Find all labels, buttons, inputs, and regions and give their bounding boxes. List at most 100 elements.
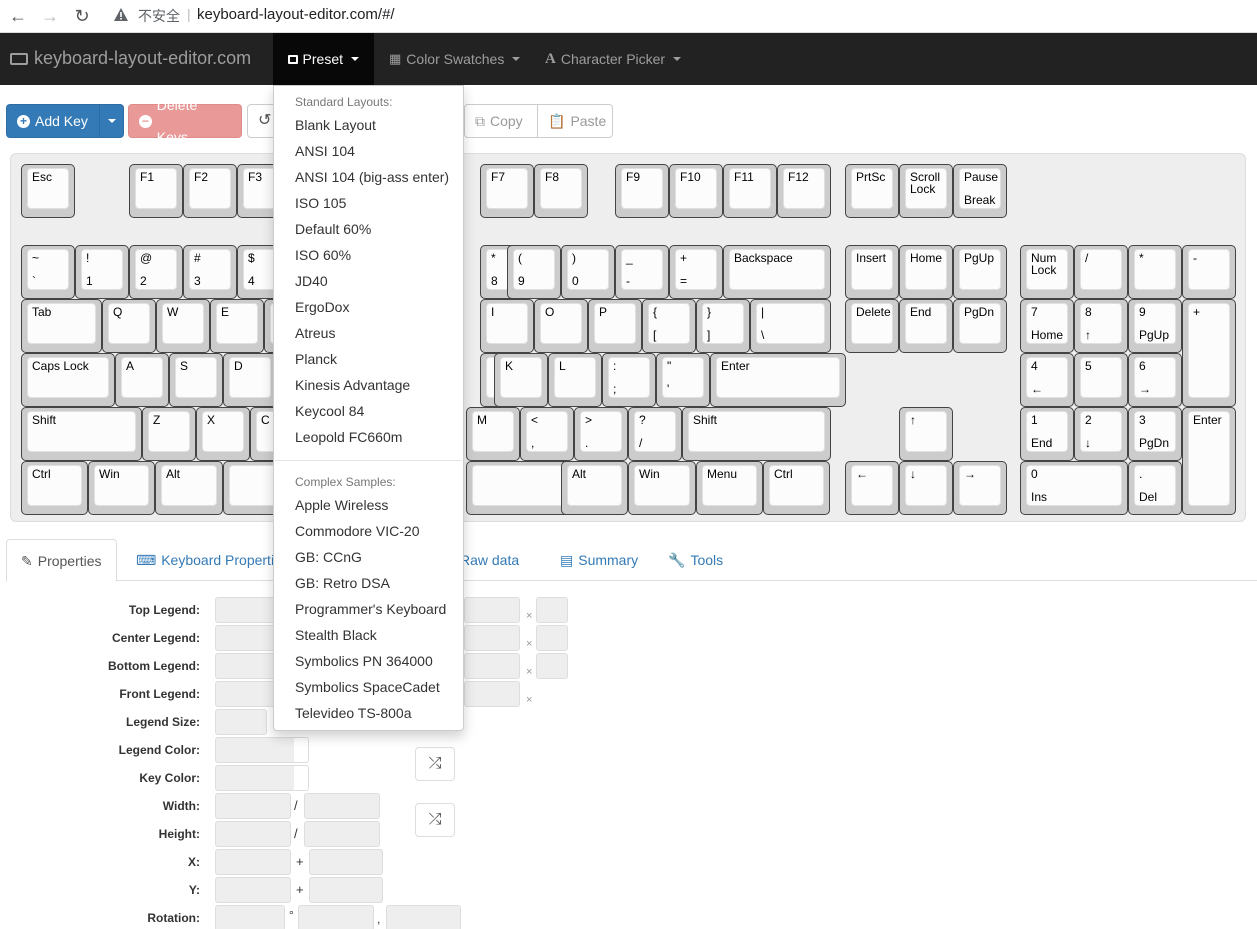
keycap[interactable]: F7 bbox=[480, 164, 534, 218]
preset-menu-item[interactable]: Commodore VIC-20 bbox=[295, 523, 420, 539]
keycap[interactable]: 6 → bbox=[1128, 353, 1182, 407]
reload-icon[interactable]: ↻ bbox=[72, 6, 92, 26]
keycap[interactable]: Ctrl bbox=[763, 461, 830, 515]
keycap[interactable]: Scroll Lock bbox=[899, 164, 953, 218]
preset-menu-item[interactable]: ISO 105 bbox=[295, 195, 346, 211]
keycap[interactable]: * bbox=[1128, 245, 1182, 299]
keycap[interactable]: PrtSc bbox=[845, 164, 899, 218]
add-key-button[interactable]: + Add Key bbox=[6, 104, 100, 138]
keycap[interactable]: P bbox=[588, 299, 642, 353]
copy-button[interactable]: ⧉ Copy bbox=[464, 104, 538, 138]
preset-menu-item[interactable]: ANSI 104 (big-ass enter) bbox=[295, 169, 449, 185]
preset-menu-item[interactable]: Apple Wireless bbox=[295, 497, 388, 513]
bottom-legend-color[interactable] bbox=[536, 653, 568, 679]
keycap[interactable]: 0 Ins bbox=[1020, 461, 1128, 515]
tab-tools[interactable]: 🔧 Tools bbox=[654, 539, 737, 581]
keycap[interactable]: Insert bbox=[845, 245, 899, 299]
width-input[interactable] bbox=[215, 793, 291, 819]
tab-summary[interactable]: ▤ Summary bbox=[546, 539, 652, 581]
keycap[interactable]: (9 bbox=[507, 245, 561, 299]
top-legend-color[interactable] bbox=[536, 597, 568, 623]
keycap[interactable]: Win bbox=[628, 461, 696, 515]
keycap[interactable]: I bbox=[480, 299, 534, 353]
bottom-legend-input-right[interactable] bbox=[464, 653, 520, 679]
keycap[interactable]: ) 0 bbox=[561, 245, 615, 299]
keycap[interactable]: Enter bbox=[1182, 407, 1236, 515]
preset-menu-item[interactable]: ErgoDox bbox=[295, 299, 349, 315]
keycap[interactable]: 1 End bbox=[1020, 407, 1074, 461]
color-swatches-menu[interactable]: ▦ Color Swatches bbox=[374, 33, 535, 85]
keyboard-canvas[interactable]: Esc F1 F2 F3 F7 F8 F9 F10 F11 F12 PrtSc Scroll Lock… bbox=[10, 153, 1246, 522]
delete-keys-button[interactable]: − Delete Keys bbox=[128, 97, 242, 145]
keycap[interactable]: F9 bbox=[615, 164, 669, 218]
forward-arrow-icon[interactable]: → bbox=[40, 6, 60, 26]
keycap[interactable]: F10 bbox=[669, 164, 723, 218]
preset-menu-item[interactable]: GB: Retro DSA bbox=[295, 575, 390, 591]
keycap[interactable]: Shift bbox=[682, 407, 831, 461]
x2-input[interactable] bbox=[309, 849, 383, 875]
rotation-x-input[interactable] bbox=[298, 905, 374, 929]
keycap[interactable]: / bbox=[1074, 245, 1128, 299]
keycap[interactable]: L bbox=[548, 353, 602, 407]
keycap[interactable]: → bbox=[953, 461, 1007, 515]
keycap[interactable]: O bbox=[534, 299, 588, 353]
rotation-input[interactable] bbox=[215, 905, 285, 929]
keycap[interactable]: PgUp bbox=[953, 245, 1007, 299]
keycap[interactable]: Esc bbox=[21, 164, 75, 218]
keycap[interactable]: ! 1 bbox=[75, 245, 129, 299]
preset-menu-item[interactable]: GB: CCnG bbox=[295, 549, 362, 565]
rotation-y-input[interactable] bbox=[386, 905, 461, 929]
keycap[interactable]: {[ bbox=[642, 299, 696, 353]
keycap[interactable]: + = bbox=[669, 245, 723, 299]
keycap[interactable]: Alt bbox=[561, 461, 628, 515]
preset-menu-toggle[interactable]: Preset bbox=[273, 33, 374, 85]
paste-button[interactable]: 📋 Paste bbox=[537, 104, 613, 138]
keycap[interactable]: Backspace bbox=[723, 245, 831, 299]
keycap[interactable]: 5 bbox=[1074, 353, 1128, 407]
tab-properties[interactable]: ✎ Properties bbox=[6, 539, 117, 582]
keycap[interactable]: F11 bbox=[723, 164, 777, 218]
keycap[interactable]: 7 Home bbox=[1020, 299, 1074, 353]
keycap[interactable]: F12 bbox=[777, 164, 831, 218]
keycap[interactable]: F2 bbox=[183, 164, 237, 218]
keycap[interactable]: @2 bbox=[129, 245, 183, 299]
keycap[interactable]: M bbox=[466, 407, 520, 461]
keycap[interactable]: Caps Lock bbox=[21, 353, 115, 407]
keycap[interactable]: S bbox=[169, 353, 223, 407]
keycap[interactable]: 9 PgUp bbox=[1128, 299, 1182, 353]
keycap[interactable]: W bbox=[156, 299, 210, 353]
keycap[interactable]: 3 PgDn bbox=[1128, 407, 1182, 461]
keycap[interactable]: }] bbox=[696, 299, 750, 353]
keycap[interactable]: _ - bbox=[615, 245, 669, 299]
keycap[interactable]: Tab bbox=[21, 299, 102, 353]
keycap[interactable]: 4 ← bbox=[1020, 353, 1074, 407]
keycap[interactable]: Ctrl bbox=[21, 461, 88, 515]
keycap[interactable]: E bbox=[210, 299, 264, 353]
insecure-label[interactable]: 不安全 bbox=[138, 6, 180, 26]
clear-icon[interactable]: × bbox=[526, 638, 532, 650]
keycap[interactable]: #3 bbox=[183, 245, 237, 299]
add-key-dropdown-button[interactable] bbox=[99, 104, 124, 138]
key-color-input[interactable] bbox=[215, 765, 309, 791]
keycap[interactable]: Q bbox=[102, 299, 156, 353]
keycap[interactable]: K bbox=[494, 353, 548, 407]
preset-menu-item[interactable]: ISO 60% bbox=[295, 247, 351, 263]
center-legend-input-right[interactable] bbox=[464, 625, 520, 651]
legend-size-input[interactable] bbox=[215, 709, 267, 735]
url-text[interactable]: keyboard-layout-editor.com/#/ bbox=[197, 6, 395, 23]
preset-menu-item[interactable]: Leopold FC660m bbox=[295, 429, 402, 445]
keycap[interactable]: + bbox=[1182, 299, 1236, 407]
keycap[interactable]: 2 ↓ bbox=[1074, 407, 1128, 461]
preset-menu-item[interactable]: Default 60% bbox=[295, 221, 371, 237]
keycap[interactable]: Alt bbox=[155, 461, 223, 515]
keycap[interactable]: PgDn bbox=[953, 299, 1007, 353]
preset-menu-item[interactable]: Symbolics PN 364000 bbox=[295, 653, 433, 669]
height-input[interactable] bbox=[215, 821, 291, 847]
preset-menu-item[interactable]: Keycool 84 bbox=[295, 403, 364, 419]
keycap[interactable]: . Del bbox=[1128, 461, 1182, 515]
keycap[interactable]: " ' bbox=[656, 353, 710, 407]
keycap[interactable]: Enter bbox=[710, 353, 846, 407]
swap-size-icon[interactable]: ⤮ bbox=[415, 803, 455, 837]
preset-menu-item[interactable]: Planck bbox=[295, 351, 337, 367]
keycap[interactable]: A bbox=[115, 353, 169, 407]
